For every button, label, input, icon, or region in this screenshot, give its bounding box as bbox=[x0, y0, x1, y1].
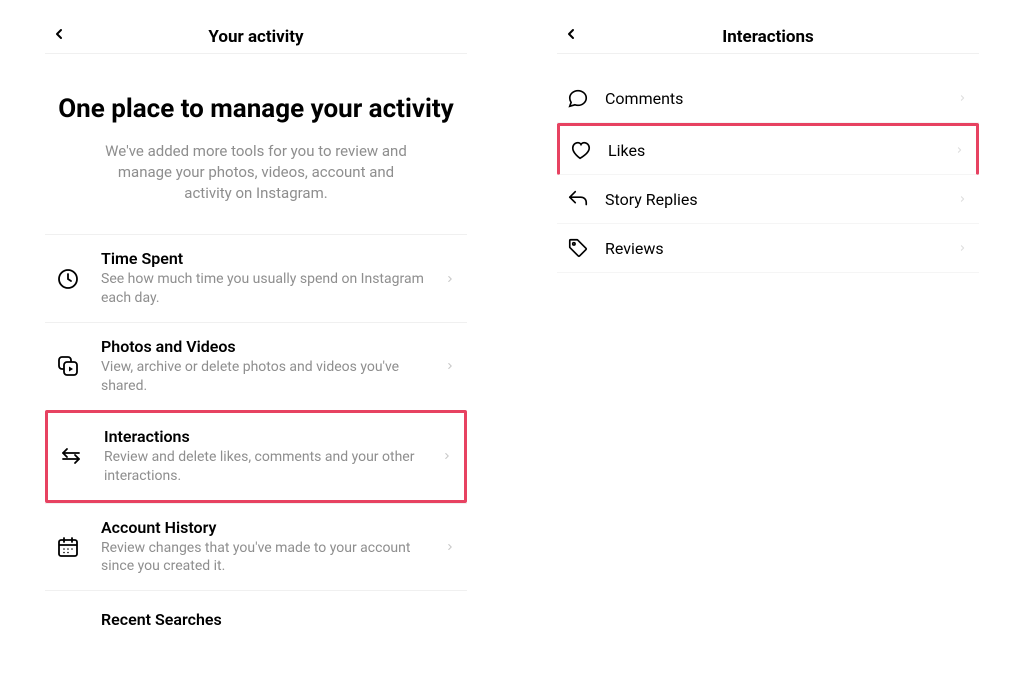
chevron-right-icon bbox=[441, 270, 459, 288]
intro-title: One place to manage your activity bbox=[55, 94, 457, 125]
list-item-comments[interactable]: Comments bbox=[557, 74, 979, 123]
item-sub: View, archive or delete photos and video… bbox=[101, 358, 441, 396]
item-title: Interactions bbox=[104, 427, 438, 446]
item-label: Comments bbox=[605, 89, 953, 108]
interactions-list: Comments Likes Story Replies bbox=[557, 74, 979, 273]
item-sub: See how much time you usually spend on I… bbox=[101, 270, 441, 308]
page-title-right: Interactions bbox=[722, 27, 813, 47]
reply-icon bbox=[565, 186, 591, 212]
chevron-right-icon bbox=[953, 239, 971, 257]
your-activity-panel: Your activity One place to manage your a… bbox=[0, 0, 512, 678]
comment-icon bbox=[565, 85, 591, 111]
item-text: Account History Review changes that you'… bbox=[101, 518, 441, 577]
chevron-right-icon bbox=[953, 89, 971, 107]
item-text: Photos and Videos View, archive or delet… bbox=[101, 337, 441, 396]
list-item-story-replies[interactable]: Story Replies bbox=[557, 175, 979, 224]
chevron-right-icon bbox=[950, 141, 968, 159]
chevron-right-icon bbox=[438, 447, 456, 465]
chevron-left-icon bbox=[51, 26, 67, 42]
calendar-icon bbox=[53, 532, 83, 562]
list-item-reviews[interactable]: Reviews bbox=[557, 224, 979, 273]
item-label: Reviews bbox=[605, 239, 953, 258]
item-title: Account History bbox=[101, 518, 441, 537]
item-title: Time Spent bbox=[101, 249, 441, 268]
header-bar-left: Your activity bbox=[45, 20, 467, 54]
item-text: Time Spent See how much time you usually… bbox=[101, 249, 441, 308]
activity-intro: One place to manage your activity We've … bbox=[45, 74, 467, 234]
item-text: Interactions Review and delete likes, co… bbox=[104, 427, 438, 486]
page-title-left: Your activity bbox=[208, 27, 303, 47]
list-item-recent-searches[interactable]: Recent Searches bbox=[45, 590, 467, 649]
heart-icon bbox=[568, 137, 594, 163]
arrows-swap-icon bbox=[56, 441, 86, 471]
list-item-account-history[interactable]: Account History Review changes that you'… bbox=[45, 503, 467, 591]
item-title: Photos and Videos bbox=[101, 337, 441, 356]
item-label: Likes bbox=[608, 141, 950, 160]
spacer-icon bbox=[53, 605, 83, 635]
item-sub: Review changes that you've made to your … bbox=[101, 539, 441, 577]
list-item-interactions[interactable]: Interactions Review and delete likes, co… bbox=[45, 410, 467, 503]
activity-list: Time Spent See how much time you usually… bbox=[45, 234, 467, 649]
list-item-likes[interactable]: Likes bbox=[557, 123, 979, 175]
chevron-right-icon bbox=[441, 357, 459, 375]
list-item-time-spent[interactable]: Time Spent See how much time you usually… bbox=[45, 234, 467, 322]
item-text: Recent Searches bbox=[101, 610, 459, 631]
intro-subtitle: We've added more tools for you to review… bbox=[96, 141, 416, 204]
clock-icon bbox=[53, 264, 83, 294]
back-button-left[interactable] bbox=[45, 20, 73, 48]
back-button-right[interactable] bbox=[557, 20, 585, 48]
interactions-panel: Interactions Comments Likes Stor bbox=[512, 0, 1024, 678]
header-bar-right: Interactions bbox=[557, 20, 979, 54]
chevron-right-icon bbox=[953, 190, 971, 208]
chevron-right-icon bbox=[441, 538, 459, 556]
item-sub: Review and delete likes, comments and yo… bbox=[104, 448, 438, 486]
media-icon bbox=[53, 351, 83, 381]
chevron-left-icon bbox=[563, 26, 579, 42]
item-label: Story Replies bbox=[605, 190, 953, 209]
tag-icon bbox=[565, 235, 591, 261]
item-title: Recent Searches bbox=[101, 610, 459, 629]
list-item-photos-videos[interactable]: Photos and Videos View, archive or delet… bbox=[45, 322, 467, 410]
